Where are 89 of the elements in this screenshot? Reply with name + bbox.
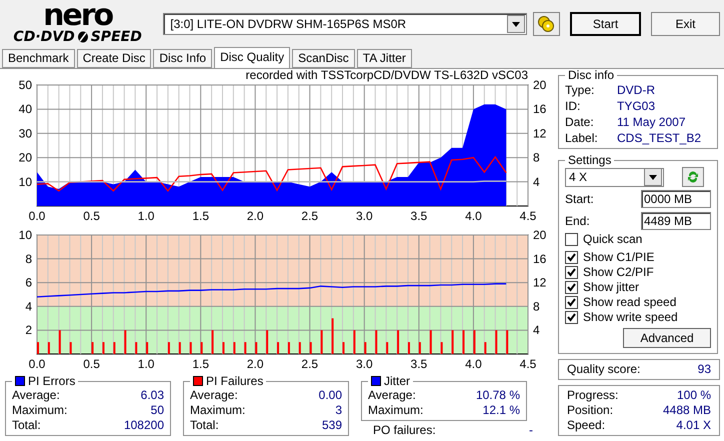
- axis-label: 3.0: [356, 357, 373, 371]
- stat-label: Maximum:: [190, 403, 246, 418]
- chart-caption: recorded with TSSTcorpCD/DVDW TS-L632D vSC03: [246, 69, 528, 82]
- info-label: Type:: [565, 82, 596, 98]
- stat-label: Average:: [190, 388, 238, 403]
- axis-label: 20: [533, 228, 546, 242]
- axis-label: 3.5: [410, 209, 428, 223]
- stat-label: PO failures:: [373, 423, 436, 437]
- axis-label: 4: [533, 323, 540, 338]
- axis-label: 10: [18, 228, 32, 242]
- axis-label: 0.5: [83, 209, 100, 223]
- stat-label: Maximum:: [368, 403, 424, 418]
- axis-label: 4.5: [520, 209, 536, 223]
- axis-label: 1.0: [138, 209, 154, 223]
- axis-label: 2.0: [246, 209, 264, 223]
- stat-label: Progress:: [567, 388, 618, 403]
- axis-label: 40: [18, 102, 32, 116]
- stat-value: 539: [322, 418, 342, 433]
- stat-value: 3: [335, 403, 342, 418]
- checkbox-label: Show C1/PIE: [583, 250, 654, 265]
- stat-label: Total:: [12, 418, 41, 433]
- axis-label: 50: [18, 78, 32, 92]
- axis-label: 0.0: [28, 209, 46, 223]
- axis-label: 8: [533, 150, 540, 165]
- group-title: Jitter: [384, 375, 410, 387]
- stat-label: Average:: [368, 388, 416, 403]
- axis-label: 12: [533, 276, 546, 290]
- axis-label: 0.5: [83, 357, 100, 371]
- axis-label: 3.0: [356, 209, 373, 223]
- axis-label: 6: [25, 276, 32, 290]
- info-value: DVD-R: [617, 82, 655, 98]
- info-value: CDS_TEST_B2: [617, 130, 702, 146]
- axis-label: 2.5: [301, 209, 318, 223]
- axis-label: 4: [533, 174, 540, 189]
- stat-value: 93: [698, 362, 711, 377]
- checkbox-label: Show jitter: [583, 280, 640, 295]
- group-title: PI Errors: [28, 375, 76, 387]
- axis-label: 8: [533, 299, 540, 314]
- stat-value: 6.03: [140, 388, 164, 403]
- group-title: Settings: [568, 154, 612, 166]
- axis-label: 1.5: [192, 357, 209, 371]
- field-label: End:: [565, 214, 590, 228]
- info-label: ID:: [565, 98, 582, 114]
- info-label: Date:: [565, 114, 595, 130]
- stat-label: Position:: [567, 403, 614, 418]
- stat-value: 100 %: [676, 388, 711, 403]
- checkbox-label: Show write speed: [583, 310, 678, 325]
- stat-label: Total:: [190, 418, 219, 433]
- axis-label: 4: [25, 299, 32, 314]
- axis-label: 16: [533, 102, 546, 116]
- axis-label: 2.0: [246, 357, 264, 371]
- stat-value: -: [529, 423, 533, 437]
- axis-label: 4.0: [465, 209, 482, 223]
- axis-label: 20: [18, 150, 32, 165]
- group-title: Disc info: [568, 69, 614, 81]
- stat-value: 4488 MB: [662, 403, 711, 418]
- stat-label: Speed:: [567, 418, 606, 433]
- stat-label: Maximum:: [12, 403, 68, 418]
- axis-label: 2.5: [301, 357, 318, 371]
- checkbox-label: Show C2/PIF: [583, 265, 654, 280]
- info-label: Label:: [565, 130, 599, 146]
- field-label: Start:: [565, 192, 594, 206]
- info-value: TYG03: [617, 98, 656, 114]
- checkbox-label: Show read speed: [583, 295, 676, 310]
- axis-label: 10: [18, 174, 32, 189]
- app-logo: nero CD·DVD SPEED: [12, 3, 143, 45]
- stat-value: 108200: [124, 418, 164, 433]
- axis-label: 2: [25, 323, 32, 338]
- stat-value: 4.01 X: [676, 418, 711, 433]
- stat-label: Average:: [12, 388, 60, 403]
- axis-label: 0.0: [28, 357, 46, 371]
- axis-label: 8: [25, 252, 32, 266]
- axis-label: 12: [533, 126, 546, 140]
- info-value: 11 May 2007: [617, 114, 686, 130]
- stat-label: Quality score:: [567, 362, 640, 377]
- axis-label: 16: [533, 252, 546, 266]
- checkbox-label: Quick scan: [583, 232, 642, 247]
- axis-label: 1.0: [138, 357, 154, 371]
- stat-value: 12.1 %: [482, 403, 520, 418]
- axis-label: 20: [533, 78, 546, 92]
- axis-label: 30: [18, 126, 32, 140]
- group-title: PI Failures: [206, 375, 264, 387]
- stat-value: 50: [150, 403, 164, 418]
- axis-label: 4.0: [465, 357, 482, 371]
- stat-value: 0.00: [318, 388, 342, 403]
- axis-label: 1.5: [192, 209, 209, 223]
- axis-label: 4.5: [520, 357, 536, 371]
- stat-value: 10.78 %: [476, 388, 520, 403]
- axis-label: 3.5: [410, 357, 428, 371]
